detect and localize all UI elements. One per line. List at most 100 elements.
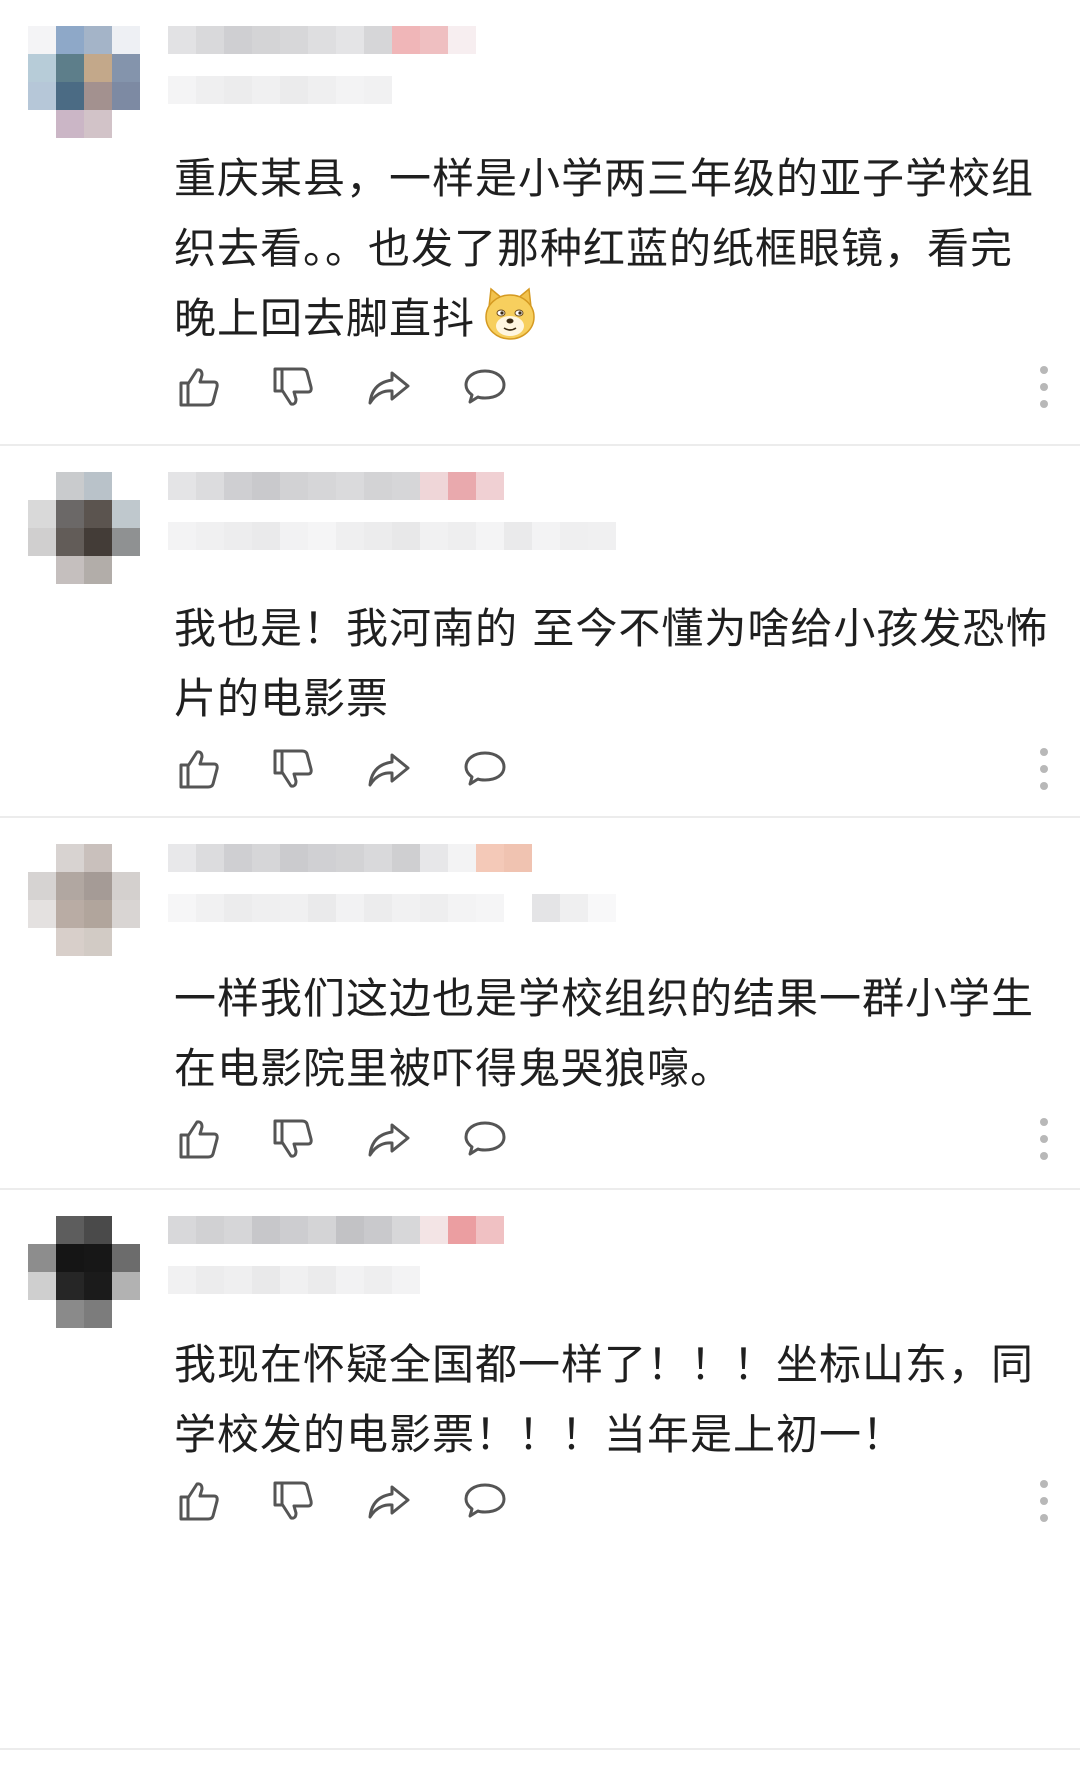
username-pixel: [224, 844, 252, 872]
username-pixel: [280, 76, 308, 104]
comment-bubble-icon: [464, 751, 506, 786]
avatar-pixel: [28, 26, 56, 54]
comment-text: 我也是！我河南的 至今不懂为啥给小孩发恐怖片的电影票: [174, 594, 1054, 734]
share-button[interactable]: [364, 1476, 414, 1526]
username-pixel: [280, 1216, 308, 1244]
username-pixel: [420, 844, 448, 872]
avatar-pixel: [56, 1216, 84, 1244]
avatar-pixel: [112, 1244, 140, 1272]
avatar-pixel: [84, 54, 112, 82]
username-pixel: [168, 1266, 196, 1294]
username-blurred[interactable]: [168, 472, 616, 584]
avatar-pixel: [56, 928, 84, 956]
avatar-pixel: [28, 1300, 56, 1328]
username-pixel: [560, 894, 588, 922]
avatar[interactable]: [28, 26, 140, 138]
avatar-pixel: [28, 54, 56, 82]
username-pixel: [196, 472, 224, 500]
reply-button[interactable]: [460, 362, 510, 412]
username-pixel: [448, 1216, 476, 1244]
username-pixel: [196, 1216, 224, 1244]
username-pixel: [168, 76, 196, 104]
username-pixel: [532, 844, 560, 872]
avatar[interactable]: [28, 472, 140, 584]
dot-icon: [1040, 1514, 1048, 1522]
username-pixel: [308, 26, 336, 54]
dot-icon: [1040, 366, 1048, 374]
reply-button[interactable]: [460, 1114, 510, 1164]
avatar-pixel: [112, 26, 140, 54]
avatar-pixel: [28, 1244, 56, 1272]
avatar[interactable]: [28, 1216, 140, 1328]
more-options-button[interactable]: [1034, 366, 1054, 408]
avatar-pixel: [28, 110, 56, 138]
username-pixel: [392, 522, 420, 550]
dot-icon: [1040, 1480, 1048, 1488]
dot-icon: [1040, 1135, 1048, 1143]
username-blurred[interactable]: [168, 1216, 504, 1328]
username-blurred[interactable]: [168, 844, 616, 956]
more-options-button[interactable]: [1034, 748, 1054, 790]
like-button[interactable]: [174, 1476, 224, 1526]
avatar-pixel: [84, 844, 112, 872]
username-pixel: [252, 522, 280, 550]
username-pixel: [364, 1216, 392, 1244]
avatar-pixel: [84, 26, 112, 54]
username-pixel: [308, 522, 336, 550]
like-button[interactable]: [174, 744, 224, 794]
share-icon: [368, 1485, 410, 1519]
comment-body: 重庆某县，一样是小学两三年级的亚子学校组织去看。。也发了那种红蓝的纸框眼镜，看完…: [174, 154, 1035, 343]
comment-actions: [174, 1476, 1054, 1526]
username-pixel: [252, 1266, 280, 1294]
dot-icon: [1040, 765, 1048, 773]
comment-item: 一样我们这边也是学校组织的结果一群小学生在电影院里被吓得鬼哭狼嚎。: [0, 818, 1080, 1190]
comment-text: 重庆某县，一样是小学两三年级的亚子学校组织去看。。也发了那种红蓝的纸框眼镜，看完…: [174, 144, 1054, 364]
username-row: [168, 1216, 504, 1244]
username-pixel: [336, 522, 364, 550]
comment-actions: [174, 744, 1054, 794]
avatar-pixel: [84, 110, 112, 138]
avatar-pixel: [84, 528, 112, 556]
comment-actions: [174, 1114, 1054, 1164]
avatar-pixel: [56, 26, 84, 54]
username-pixel: [224, 1216, 252, 1244]
username-pixel: [588, 522, 616, 550]
thumb-down-icon: [273, 1481, 313, 1520]
username-pixel: [308, 1266, 336, 1294]
username-blurred[interactable]: [168, 26, 476, 138]
avatar-pixel: [112, 472, 140, 500]
username-row: [168, 76, 476, 104]
reply-button[interactable]: [460, 744, 510, 794]
dot-icon: [1040, 400, 1048, 408]
share-button[interactable]: [364, 744, 414, 794]
username-pixel: [336, 1216, 364, 1244]
username-pixel: [280, 26, 308, 54]
username-pixel: [224, 26, 252, 54]
avatar-pixel: [112, 500, 140, 528]
username-pixel: [420, 894, 448, 922]
share-button[interactable]: [364, 362, 414, 412]
avatar[interactable]: [28, 844, 140, 956]
username-row: [168, 894, 616, 922]
dislike-button[interactable]: [268, 744, 318, 794]
more-options-button[interactable]: [1034, 1480, 1054, 1522]
username-pixel: [196, 894, 224, 922]
username-row: [168, 472, 616, 500]
username-pixel: [308, 472, 336, 500]
username-pixel: [364, 26, 392, 54]
avatar-pixel: [28, 872, 56, 900]
username-pixel: [308, 1216, 336, 1244]
username-pixel: [168, 472, 196, 500]
reply-button[interactable]: [460, 1476, 510, 1526]
dislike-button[interactable]: [268, 1476, 318, 1526]
username-pixel: [476, 844, 504, 872]
username-pixel: [224, 894, 252, 922]
share-button[interactable]: [364, 1114, 414, 1164]
more-options-button[interactable]: [1034, 1118, 1054, 1160]
dislike-button[interactable]: [268, 362, 318, 412]
username-pixel: [336, 844, 364, 872]
like-button[interactable]: [174, 1114, 224, 1164]
dislike-button[interactable]: [268, 1114, 318, 1164]
like-button[interactable]: [174, 362, 224, 412]
username-pixel: [476, 522, 504, 550]
